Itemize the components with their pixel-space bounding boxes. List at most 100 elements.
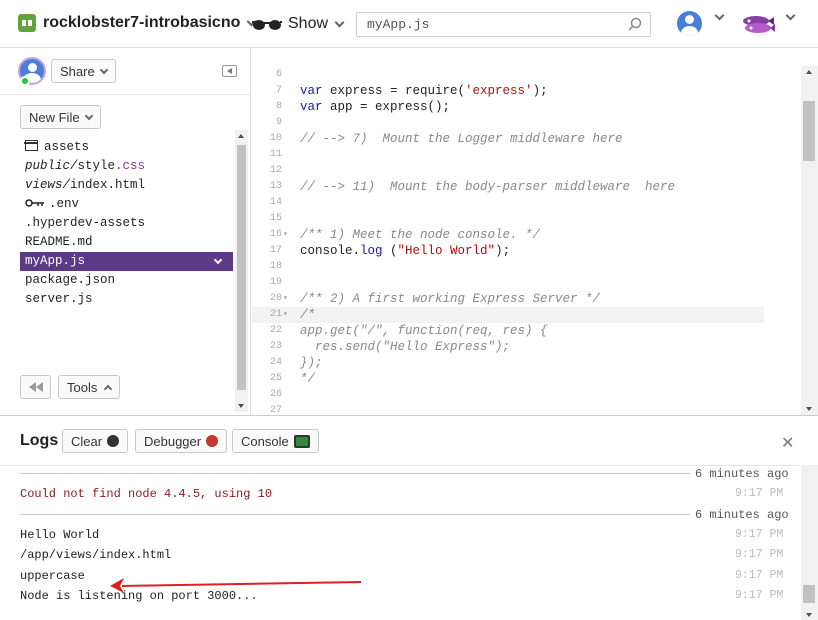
log-line: Hello World (20, 528, 100, 542)
code-line: 15 (252, 211, 764, 227)
file-item[interactable]: myApp.js (20, 252, 233, 271)
clear-logs-button[interactable]: Clear (62, 429, 129, 453)
code-token: express = require( (322, 84, 466, 98)
bug-icon (206, 435, 219, 447)
clear-label: Clear (71, 433, 103, 449)
file-search-input[interactable]: myApp.js (356, 12, 651, 37)
code-text: app.get("/", function(req, res) { (300, 323, 548, 339)
close-icon[interactable]: ✕ (781, 433, 794, 453)
code-text: // --> 7) Mount the Logger middleware he… (300, 131, 623, 147)
show-menu[interactable]: Show (252, 15, 345, 33)
code-token: app = express(); (322, 100, 451, 114)
log-timestamp: 9:17 PM (735, 589, 784, 602)
chevron-down-icon[interactable] (213, 255, 223, 265)
log-line: /app/views/index.html (20, 548, 172, 562)
scroll-down-icon[interactable] (238, 404, 244, 408)
file-name-part: package.json (25, 273, 116, 287)
file-item[interactable]: server.js (20, 290, 233, 309)
code-editor[interactable]: 6 7 var express = require('express'); 8 var … (252, 48, 818, 415)
code-text: /** 1) Meet the node console. */ (300, 227, 540, 243)
code-line: 10 // --> 7) Mount the Logger middleware … (252, 131, 764, 147)
line-number: 8 (275, 101, 282, 112)
file-name-part: server.js (25, 292, 93, 306)
file-item[interactable]: package.json (20, 271, 233, 290)
file-item[interactable]: assets (20, 138, 233, 157)
code-text: // --> 11) Mount the body-parser middlew… (300, 179, 675, 195)
file-item[interactable]: .hyperdev-assets (20, 214, 233, 233)
code-line: 21 ▾ /* (252, 307, 764, 323)
logs-scrollbar[interactable] (801, 465, 818, 620)
scroll-thumb[interactable] (803, 101, 815, 161)
scroll-down-icon[interactable] (806, 407, 812, 411)
line-number: 16 (269, 229, 282, 240)
fold-arrow-icon[interactable]: ▾ (283, 227, 288, 243)
user-avatar[interactable] (677, 11, 702, 36)
line-number: 6 (275, 69, 282, 80)
scroll-thumb[interactable] (237, 145, 246, 390)
chevron-down-icon (334, 17, 345, 27)
code-token: /* (300, 308, 316, 322)
code-line: 27 (252, 403, 764, 415)
tools-label: Tools (67, 379, 98, 395)
tools-button[interactable]: Tools (58, 375, 121, 399)
log-line: uppercase (20, 569, 85, 583)
code-line: 26 (252, 387, 764, 403)
code-text: res.send("Hello Express"); (300, 339, 510, 355)
file-name-part: .env (49, 197, 80, 211)
line-number: 12 (269, 165, 282, 176)
new-file-button[interactable]: New File (20, 105, 101, 129)
key-icon (25, 199, 44, 207)
code-line: 13 // --> 11) Mount the body-parser middl… (252, 179, 764, 195)
code-token: "Hello World" (397, 244, 496, 258)
scroll-up-icon[interactable] (238, 134, 244, 138)
code-token: ( (382, 244, 398, 258)
team-avatar-icon[interactable] (741, 12, 775, 36)
fold-arrow-icon[interactable]: ▾ (283, 291, 288, 307)
code-token: log (360, 244, 383, 258)
code-token: app.get("/", function(req, res) { (300, 324, 548, 338)
code-token: ); (495, 244, 511, 258)
file-name-part: views/ (25, 178, 71, 192)
scroll-down-icon[interactable] (806, 613, 812, 617)
search-icon (628, 17, 642, 31)
console-button[interactable]: Console (232, 429, 319, 453)
file-item[interactable]: public/style.css (20, 157, 233, 176)
collapse-sidebar-icon[interactable] (222, 65, 237, 77)
rewind-button[interactable] (20, 375, 51, 399)
code-line: 20 ▾ /** 2) A first working Express Server… (252, 291, 764, 307)
code-line: 12 (252, 163, 764, 179)
file-item[interactable]: README.md (20, 233, 233, 252)
file-item[interactable]: views/index.html (20, 176, 233, 195)
chevron-down-icon[interactable] (714, 10, 725, 21)
code-token: // --> 11) Mount the body-parser middlew… (300, 180, 676, 194)
line-number: 19 (269, 277, 282, 288)
sidebar-scrollbar[interactable] (235, 130, 248, 412)
file-name-part: index.html (70, 178, 146, 192)
code-token: /** 1) Meet the node console. */ (300, 228, 541, 242)
chevron-down-icon[interactable] (785, 10, 796, 21)
fold-arrow-icon[interactable]: ▾ (283, 307, 288, 323)
project-logo-icon (18, 14, 36, 32)
online-status-icon (20, 76, 30, 86)
show-label: Show (288, 15, 329, 32)
code-token: 'express' (465, 84, 533, 98)
scroll-thumb[interactable] (803, 585, 815, 603)
code-text: }); (300, 355, 323, 371)
code-token: }); (300, 356, 323, 370)
editor-scrollbar[interactable] (801, 66, 818, 415)
log-output: 6 minutes ago Could not find node 4.4.5, … (0, 465, 800, 620)
debugger-label: Debugger (144, 433, 202, 449)
rewind-icon (28, 382, 43, 392)
share-button[interactable]: Share (51, 59, 116, 83)
log-separator (20, 514, 690, 515)
log-error-line: Could not find node 4.4.5, using 10 (20, 487, 273, 501)
code-token: /** 2) A first working Express Server */ (300, 292, 601, 306)
scroll-up-icon[interactable] (806, 70, 812, 74)
file-list: assets public/style.css views/index.html .e… (20, 138, 233, 309)
line-number: 25 (269, 373, 282, 384)
file-item[interactable]: .env (20, 195, 233, 214)
debugger-button[interactable]: Debugger (135, 429, 228, 453)
project-menu[interactable]: rocklobster7-introbasicno (18, 14, 257, 32)
line-number: 24 (269, 357, 282, 368)
line-number: 23 (269, 341, 282, 352)
